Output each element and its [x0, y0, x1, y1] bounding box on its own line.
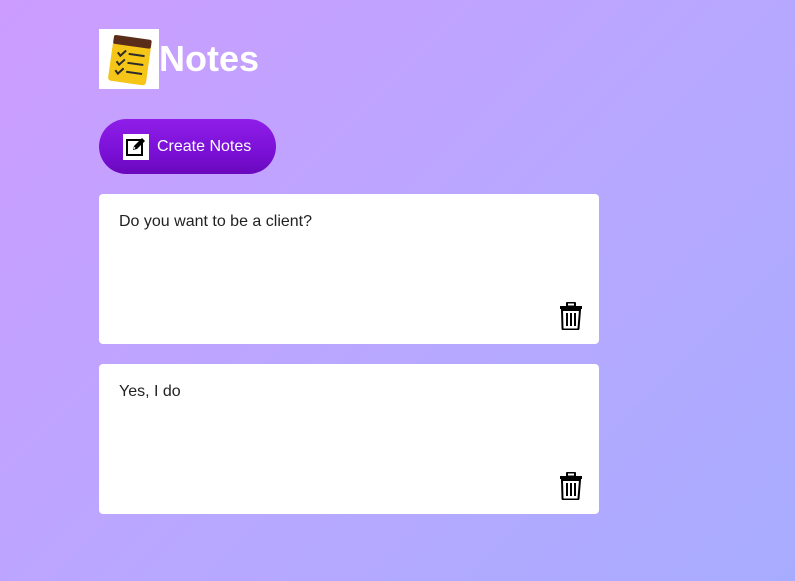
note-text[interactable]: Yes, I do: [119, 383, 579, 401]
app-header: Notes: [99, 29, 259, 89]
trash-icon[interactable]: [559, 471, 583, 501]
create-notes-button[interactable]: Create Notes: [99, 119, 276, 174]
notepad-checklist-icon: [99, 29, 159, 89]
note-card[interactable]: Yes, I do: [99, 364, 599, 514]
pencil-edit-icon: [123, 133, 149, 160]
create-notes-label: Create Notes: [157, 137, 252, 155]
trash-icon[interactable]: [559, 301, 583, 331]
note-card[interactable]: Do you want to be a client?: [99, 194, 599, 344]
page-title: Notes: [159, 38, 260, 79]
note-text[interactable]: Do you want to be a client?: [119, 213, 579, 231]
